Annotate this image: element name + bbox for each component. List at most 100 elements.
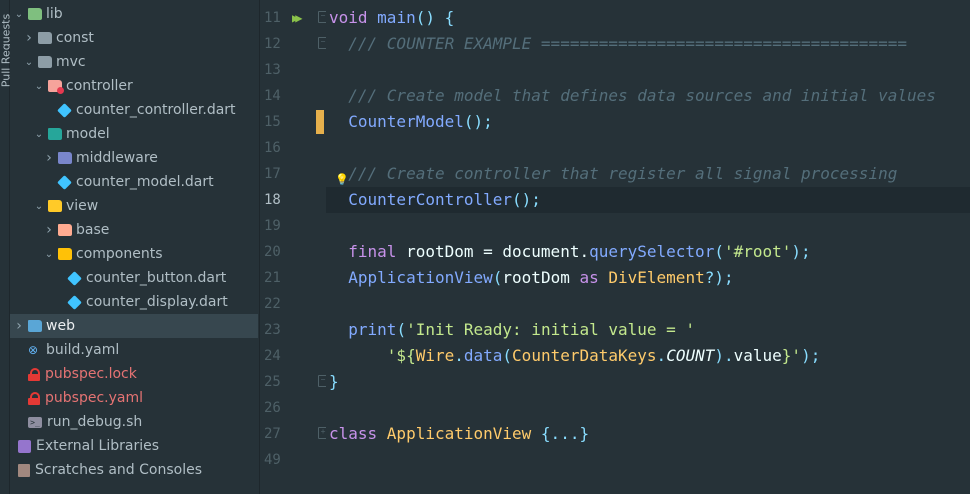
chevron-right-icon[interactable]: › <box>24 30 34 46</box>
line-number: 16 <box>264 140 281 156</box>
chevron-right-icon[interactable]: › <box>44 150 54 166</box>
line-number: 22 <box>264 296 281 312</box>
code-line[interactable] <box>326 395 970 421</box>
gutter-line[interactable]: 14 <box>260 83 326 109</box>
code-text: CounterController(); <box>329 187 541 213</box>
gutter-line[interactable]: 27 + <box>260 421 328 447</box>
gutter-line[interactable]: 22 <box>260 291 326 317</box>
gutter-line[interactable]: 20 <box>260 239 326 265</box>
code-line[interactable] <box>326 447 970 473</box>
chevron-right-icon[interactable]: › <box>14 318 24 334</box>
tree-row-label: const <box>56 30 94 46</box>
tree-row[interactable]: ⌄ controller <box>10 74 258 98</box>
code-text: } <box>329 369 339 395</box>
code-editor[interactable]: void main() { /// COUNTER EXAMPLE ======… <box>326 0 970 494</box>
change-marker[interactable] <box>316 110 324 134</box>
gutter-line[interactable]: 12− <box>260 31 328 57</box>
tree-row[interactable]: ⌄ lib <box>10 2 258 26</box>
code-line[interactable]: class ApplicationView {...} <box>326 421 970 447</box>
chevron-down-icon[interactable]: ⌄ <box>14 9 24 20</box>
tree-row[interactable]: pubspec.yaml <box>10 386 258 410</box>
gutter-line[interactable]: 15 <box>260 109 326 135</box>
code-line[interactable]: CounterController(); <box>326 187 970 213</box>
gutter-line[interactable]: 21 <box>260 265 326 291</box>
tree-row[interactable]: ⌄ mvc <box>10 50 258 74</box>
tree-row[interactable]: counter_display.dart <box>10 290 258 314</box>
tree-row[interactable]: ⌄ model <box>10 122 258 146</box>
code-token: DivElement <box>608 268 705 287</box>
tree-row[interactable]: ⌄ view <box>10 194 258 218</box>
line-number: 15 <box>264 114 281 130</box>
code-text: final rootDom = document.querySelector('… <box>329 239 810 265</box>
code-line[interactable]: '${Wire.data(CounterDataKeys.COUNT).valu… <box>326 343 970 369</box>
code-token: as <box>579 268 609 287</box>
folder-base-icon <box>58 224 72 236</box>
code-line[interactable] <box>326 291 970 317</box>
tree-row[interactable]: counter_button.dart <box>10 266 258 290</box>
code-line[interactable] <box>326 57 970 83</box>
code-line[interactable] <box>326 135 970 161</box>
tree-row[interactable]: counter_model.dart <box>10 170 258 194</box>
line-number: 21 <box>264 270 281 286</box>
code-token: ( <box>502 346 513 365</box>
line-number: 49 <box>264 452 281 468</box>
line-number: 19 <box>264 218 281 234</box>
tree-row-label: controller <box>66 78 133 94</box>
code-line[interactable]: /// Create controller that register all … <box>326 161 970 187</box>
line-number: 25 <box>264 374 281 390</box>
line-number: 13 <box>264 62 281 78</box>
gutter-line[interactable]: 24 <box>260 343 326 369</box>
code-line[interactable]: /// Create model that defines data sourc… <box>326 83 970 109</box>
tree-row[interactable]: › base <box>10 218 258 242</box>
chevron-right-icon[interactable]: › <box>44 222 54 238</box>
folder-controller-icon <box>48 80 64 94</box>
code-text: print('Init Ready: initial value = ' <box>329 317 695 343</box>
chevron-down-icon[interactable]: ⌄ <box>34 201 44 212</box>
code-line[interactable]: final rootDom = document.querySelector('… <box>326 239 970 265</box>
code-line[interactable]: } <box>326 369 970 395</box>
run-icon[interactable]: ▶▶ <box>292 11 303 25</box>
tree-row[interactable]: counter_controller.dart <box>10 98 258 122</box>
code-token: '#root' <box>723 242 792 261</box>
editor-gutter[interactable]: 11 ▶▶ −12− 13 14 15 16 17 18 19 20 21 22 23 24 25−26 27 +… <box>259 0 328 494</box>
tree-row[interactable]: › web <box>10 314 258 338</box>
tree-row[interactable]: › middleware <box>10 146 258 170</box>
project-tree[interactable]: ⌄ lib › const ⌄ mvc ⌄ controller counter_control… <box>10 0 258 494</box>
gutter-line[interactable]: 49 <box>260 447 326 473</box>
tree-row[interactable]: ⊗ build.yaml <box>10 338 258 362</box>
code-line[interactable]: /// COUNTER EXAMPLE ====================… <box>326 31 970 57</box>
gutter-line[interactable]: 26 <box>260 395 326 421</box>
dart-file-icon <box>67 270 82 286</box>
gutter-line[interactable]: 11 ▶▶ − <box>260 5 328 31</box>
chevron-down-icon[interactable]: ⌄ <box>34 81 44 92</box>
chevron-down-icon[interactable]: ⌄ <box>34 129 44 140</box>
gutter-line[interactable]: 19 <box>260 213 326 239</box>
code-token: CounterController <box>348 190 513 209</box>
tree-row-label: lib <box>46 6 63 22</box>
code-line[interactable]: void main() { <box>326 5 970 31</box>
code-token: ApplicationView <box>348 268 493 287</box>
tree-row[interactable]: pubspec.lock <box>10 362 258 386</box>
code-line[interactable] <box>326 213 970 239</box>
chevron-down-icon[interactable]: ⌄ <box>44 249 54 260</box>
gutter-line[interactable]: 18 <box>260 187 326 213</box>
gutter-line[interactable]: 16 <box>260 135 326 161</box>
gutter-line[interactable]: 23 <box>260 317 326 343</box>
gutter-line[interactable]: 13 <box>260 57 326 83</box>
gutter-line[interactable]: 17 <box>260 161 326 187</box>
code-line[interactable]: ApplicationView(rootDom as DivElement?); <box>326 265 970 291</box>
tree-row[interactable]: External Libraries <box>10 434 258 458</box>
tree-row[interactable]: › const <box>10 26 258 50</box>
chevron-down-icon[interactable]: ⌄ <box>24 57 34 68</box>
gutter-line[interactable]: 25− <box>260 369 328 395</box>
code-line[interactable]: print('Init Ready: initial value = ' <box>326 317 970 343</box>
tree-row[interactable]: ⌄ components <box>10 242 258 266</box>
tree-row[interactable]: Scratches and Consoles <box>10 458 258 482</box>
code-line[interactable]: CounterModel(); <box>326 109 970 135</box>
tree-row[interactable]: >_ run_debug.sh <box>10 410 258 434</box>
